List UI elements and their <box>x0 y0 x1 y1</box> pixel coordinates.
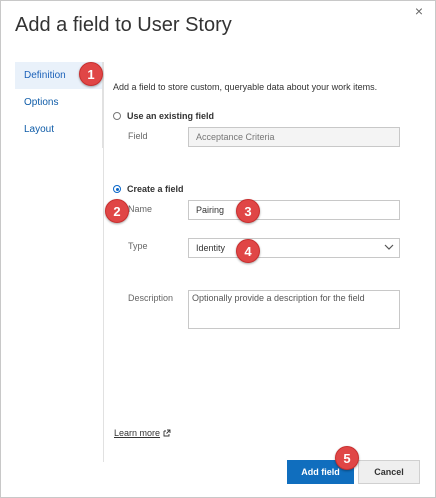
tab-options[interactable]: Options <box>15 89 102 116</box>
tab-layout-label: Layout <box>24 124 55 135</box>
callout-badge-5: 5 <box>335 446 359 470</box>
create-field-radio-row[interactable]: Create a field <box>113 184 184 194</box>
tab-definition-label: Definition <box>24 70 66 81</box>
learn-more-link[interactable]: Learn more <box>114 428 171 438</box>
description-textarea[interactable]: Optionally provide a description for the… <box>188 290 400 329</box>
dialog-title: Add a field to User Story <box>15 14 232 36</box>
tab-options-label: Options <box>24 97 59 108</box>
add-field-dialog: Add a field to User Story × Definition O… <box>0 0 436 498</box>
create-field-label: Create a field <box>127 184 184 194</box>
create-field-radio[interactable] <box>113 185 121 193</box>
use-existing-radio-row[interactable]: Use an existing field <box>113 111 214 121</box>
description-label: Description <box>128 293 174 303</box>
type-select-value: Identity <box>196 243 226 253</box>
chevron-down-icon <box>384 244 394 250</box>
callout-badge-1: 1 <box>79 62 103 86</box>
cancel-button[interactable]: Cancel <box>358 460 420 484</box>
existing-field-label: Field <box>128 131 148 141</box>
type-label: Type <box>128 241 148 251</box>
close-icon[interactable]: × <box>411 3 427 19</box>
name-input[interactable]: Pairing <box>188 200 400 220</box>
sidebar-divider <box>103 62 104 462</box>
type-select[interactable]: Identity <box>188 238 400 258</box>
learn-more-label: Learn more <box>114 428 161 438</box>
callout-badge-3: 3 <box>236 199 260 223</box>
form-intro: Add a field to store custom, queryable d… <box>113 82 378 92</box>
name-label: Name <box>128 204 153 214</box>
callout-badge-4: 4 <box>236 239 260 263</box>
external-link-icon <box>163 429 171 437</box>
callout-badge-2: 2 <box>105 199 129 223</box>
existing-field-input: Acceptance Criteria <box>188 127 400 147</box>
tab-layout[interactable]: Layout <box>15 116 102 143</box>
use-existing-radio[interactable] <box>113 112 121 120</box>
use-existing-label: Use an existing field <box>127 111 215 121</box>
